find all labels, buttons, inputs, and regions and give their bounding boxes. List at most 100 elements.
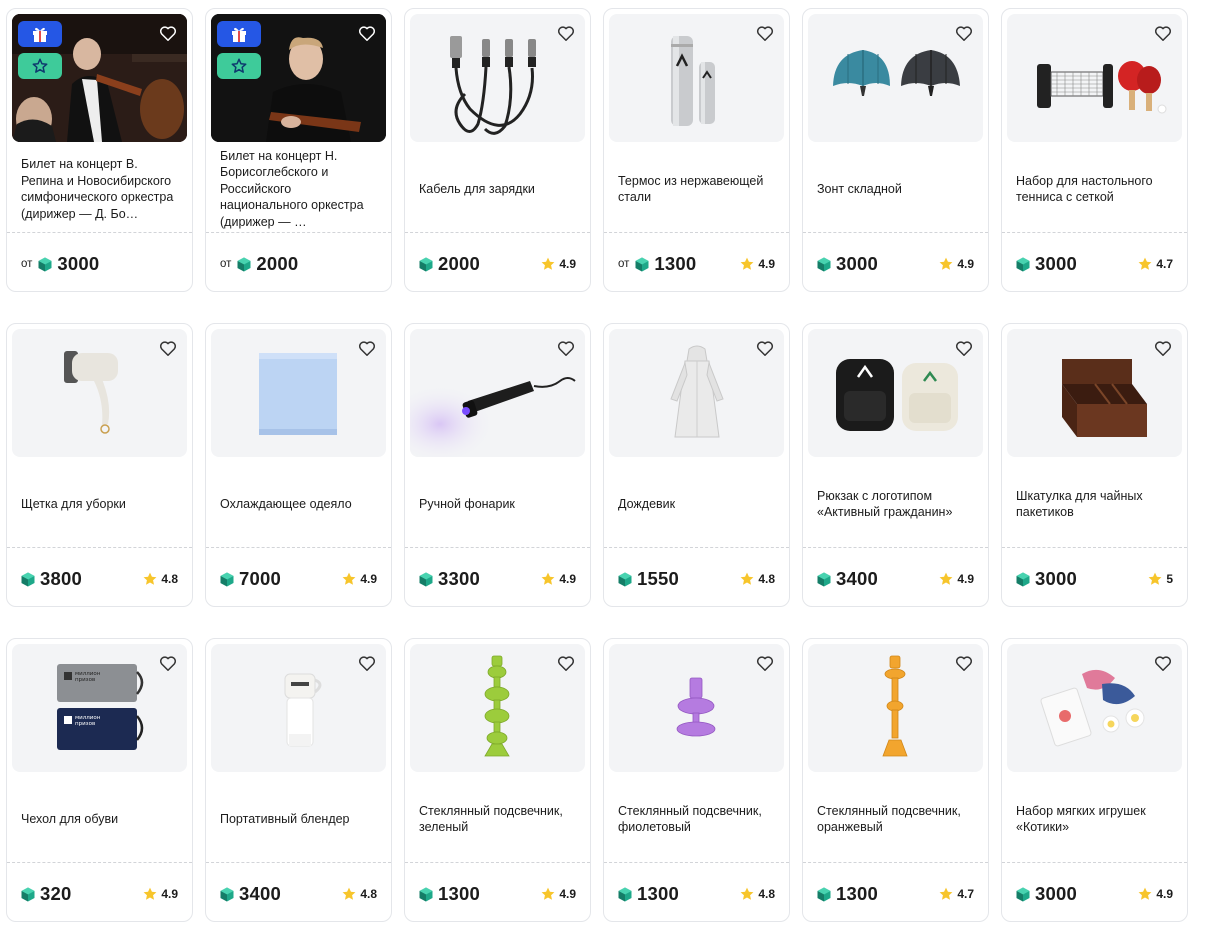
- divider: [1002, 862, 1187, 863]
- product-card[interactable]: Стеклянный подсвечник, оранжевый 1300 4.…: [802, 638, 989, 922]
- product-title: Дождевик: [618, 496, 676, 511]
- star-rating-icon: [740, 257, 754, 270]
- favorite-heart-button[interactable]: [157, 22, 179, 44]
- product-card[interactable]: Термос из нержавеющей стали от 1300 4.9: [603, 8, 790, 292]
- product-rating: 4.9: [1137, 884, 1173, 904]
- product-price: 320: [21, 882, 71, 906]
- product-rating: 4.9: [540, 884, 576, 904]
- favorite-heart-button[interactable]: [953, 22, 975, 44]
- product-price: 7000: [220, 567, 281, 591]
- star-rating-icon: [541, 572, 555, 585]
- product-card[interactable]: Стеклянный подсвечник, зеленый 1300 4.9: [404, 638, 591, 922]
- product-rating: 4.8: [739, 884, 775, 904]
- divider: [604, 547, 789, 548]
- product-rating: 4.8: [142, 569, 178, 589]
- product-title: Стеклянный подсвечник, фиолетовый: [618, 803, 762, 835]
- price-amount: 3000: [1035, 253, 1077, 274]
- product-card[interactable]: Билет на концерт Н. Борисоглебского и Ро…: [205, 8, 392, 292]
- heart-icon: [1154, 340, 1172, 356]
- favorite-heart-button[interactable]: [555, 22, 577, 44]
- product-card[interactable]: Набор для настольного тенниса с сеткой 3…: [1001, 8, 1188, 292]
- gift-badge: [217, 21, 261, 47]
- product-card[interactable]: Щетка для уборки 3800 4.8: [6, 323, 193, 607]
- rating-value: 4.9: [957, 572, 974, 586]
- product-image: [12, 14, 187, 142]
- favorite-heart-button[interactable]: [953, 337, 975, 359]
- product-card[interactable]: Стеклянный подсвечник, фиолетовый 1300 4…: [603, 638, 790, 922]
- product-card[interactable]: Зонт складной 3000 4.9: [802, 8, 989, 292]
- divider: [604, 862, 789, 863]
- product-image: [1007, 644, 1182, 772]
- rating-value: 4.9: [1156, 887, 1173, 901]
- divider: [206, 232, 391, 233]
- product-rating: 4.9: [938, 254, 974, 274]
- gem-coin-icon: [1016, 257, 1030, 271]
- product-card[interactable]: Рюкзак с логотипом «Активный гражданин» …: [802, 323, 989, 607]
- gem-coin-icon: [220, 572, 234, 586]
- product-price: 3300: [419, 567, 480, 591]
- price-amount: 3000: [1035, 568, 1077, 589]
- product-price: 1300: [419, 882, 480, 906]
- divider: [405, 547, 590, 548]
- product-rating: 4.8: [341, 884, 377, 904]
- product-card[interactable]: Дождевик 1550 4.8: [603, 323, 790, 607]
- favorite-heart-button[interactable]: [356, 22, 378, 44]
- product-card[interactable]: Билет на концерт В. Репина и Новосибирск…: [6, 8, 193, 292]
- product-card[interactable]: Кабель для зарядки 2000 4.9: [404, 8, 591, 292]
- star-rating-icon: [939, 887, 953, 900]
- rating-value: 5: [1166, 572, 1173, 586]
- favorite-heart-button[interactable]: [555, 652, 577, 674]
- gem-coin-icon: [618, 887, 632, 901]
- star-rating-icon: [541, 887, 555, 900]
- product-title: Чехол для обуви: [21, 811, 119, 826]
- svg-text:призов: призов: [75, 677, 95, 683]
- favorite-heart-button[interactable]: [555, 337, 577, 359]
- product-card[interactable]: миллион призов миллион призов Чехол для …: [6, 638, 193, 922]
- product-price: 1550: [618, 567, 679, 591]
- price-amount: 2000: [438, 253, 480, 274]
- gem-coin-icon: [817, 887, 831, 901]
- gem-coin-icon: [21, 572, 35, 586]
- favorite-heart-button[interactable]: [953, 652, 975, 674]
- product-title: Портативный блендер: [220, 811, 350, 826]
- product-card[interactable]: Портативный блендер 3400 4.8: [205, 638, 392, 922]
- product-price: 3000: [1016, 567, 1077, 591]
- favorite-heart-button[interactable]: [157, 652, 179, 674]
- favorite-heart-button[interactable]: [1152, 337, 1174, 359]
- product-image: [609, 14, 784, 142]
- favorite-heart-button[interactable]: [1152, 22, 1174, 44]
- star-outline-icon: [32, 58, 48, 73]
- rating-value: 4.8: [758, 572, 775, 586]
- favorite-heart-button[interactable]: [356, 652, 378, 674]
- product-image: [808, 329, 983, 457]
- price-amount: 1300: [637, 883, 679, 904]
- rating-value: 4.9: [360, 572, 377, 586]
- favorite-heart-button[interactable]: [1152, 652, 1174, 674]
- favorite-badge: [217, 53, 261, 79]
- favorite-heart-button[interactable]: [754, 652, 776, 674]
- star-rating-icon: [342, 572, 356, 585]
- heart-icon: [955, 25, 973, 41]
- favorite-heart-button[interactable]: [754, 337, 776, 359]
- gift-icon: [33, 27, 47, 42]
- favorite-heart-button[interactable]: [157, 337, 179, 359]
- gem-coin-icon: [1016, 572, 1030, 586]
- favorite-heart-button[interactable]: [754, 22, 776, 44]
- product-price: 3400: [817, 567, 878, 591]
- divider: [803, 547, 988, 548]
- product-card[interactable]: Набор мягких игрушек «Котики» 3000 4.9: [1001, 638, 1188, 922]
- favorite-heart-button[interactable]: [356, 337, 378, 359]
- product-title: Ручной фонарик: [419, 496, 515, 511]
- product-image: [410, 329, 585, 457]
- star-rating-icon: [939, 572, 953, 585]
- product-card[interactable]: Охлаждающее одеяло 7000 4.9: [205, 323, 392, 607]
- heart-icon: [159, 25, 177, 41]
- product-card[interactable]: Шкатулка для чайных пакетиков 3000 5: [1001, 323, 1188, 607]
- heart-icon: [756, 655, 774, 671]
- product-title: Щетка для уборки: [21, 496, 126, 511]
- product-image: [12, 329, 187, 457]
- gem-coin-icon: [220, 887, 234, 901]
- product-card[interactable]: Ручной фонарик 3300 4.9: [404, 323, 591, 607]
- favorite-badge: [18, 53, 62, 79]
- heart-icon: [358, 25, 376, 41]
